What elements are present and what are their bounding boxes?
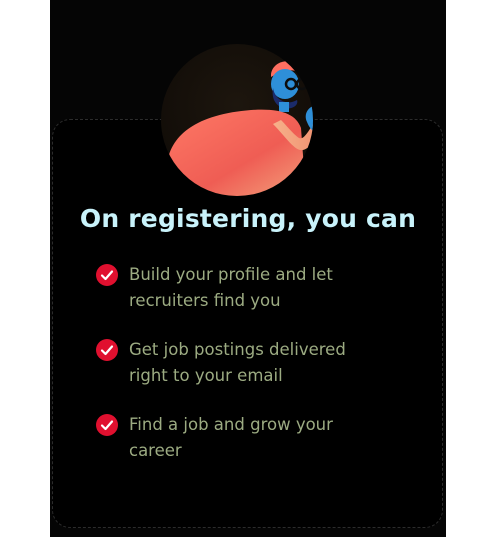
check-circle-icon [96,339,118,361]
registration-panel: On registering, you can Build your profi… [50,0,446,537]
list-item: Find a job and grow your career [96,412,396,487]
benefit-line: Find a job and grow your [129,415,333,434]
benefit-line: Get job postings delivered [129,340,346,359]
list-item: Build your profile and let recruiters fi… [96,262,396,337]
check-circle-icon [96,264,118,286]
benefit-line: recruiters find you [129,291,281,310]
check-circle-icon [96,414,118,436]
page-title: On registering, you can [79,204,417,233]
benefits-list: Build your profile and let recruiters fi… [96,262,396,487]
benefit-line: right to your email [129,366,283,385]
benefit-line: career [129,441,182,460]
list-item: Get job postings delivered right to your… [96,337,396,412]
benefit-line: Build your profile and let [129,265,333,284]
waving-person-illustration [161,44,313,196]
